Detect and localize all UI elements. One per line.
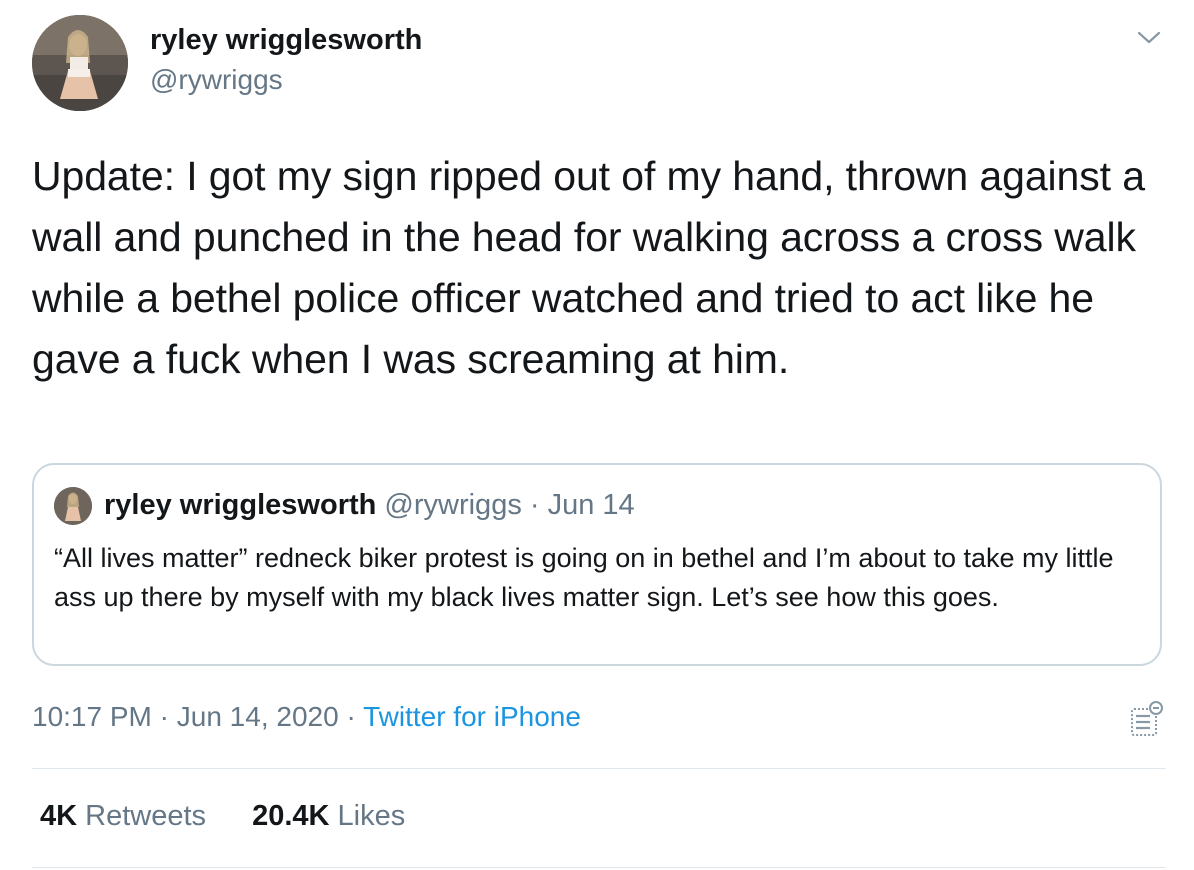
quoted-author-name: ryley wrigglesworth [104, 489, 377, 521]
likes-count: 20.4K [252, 800, 330, 832]
meta-separator-2: · [338, 701, 364, 732]
quoted-author-handle: @rywriggs [384, 489, 522, 521]
author-avatar[interactable] [32, 15, 128, 111]
meta-separator: · [151, 701, 177, 732]
quoted-separator: · [521, 489, 548, 521]
divider-top [32, 768, 1166, 769]
tweet-date[interactable]: Jun 14, 2020 [177, 701, 339, 732]
likes-label: Likes [337, 800, 406, 832]
retweets-label: Retweets [85, 800, 207, 832]
author-handle[interactable]: @rywriggs [150, 64, 283, 96]
retweets-count: 4K [40, 800, 78, 832]
retweets-stat[interactable]: 4K Retweets [40, 800, 206, 833]
tweet-source-link[interactable]: Twitter for iPhone [363, 701, 581, 732]
likes-stat[interactable]: 20.4K Likes [252, 800, 405, 833]
tweet-stats: 4K Retweets 20.4K Likes [40, 800, 443, 833]
tweet-meta: 10:17 PM · Jun 14, 2020 · Twitter for iP… [32, 701, 581, 733]
quoted-tweet-text: “All lives matter” redneck biker protest… [54, 543, 1114, 612]
quoted-author-avatar [54, 487, 92, 525]
analytics-icon[interactable] [1126, 699, 1166, 739]
quoted-tweet-card[interactable]: ryley wrigglesworth @rywriggs · Jun 14 “… [32, 463, 1162, 666]
tweet-text: Update: I got my sign ripped out of my h… [32, 153, 1145, 382]
chevron-down-icon[interactable] [1136, 28, 1162, 48]
tweet-time[interactable]: 10:17 PM [32, 701, 152, 732]
author-name[interactable]: ryley wrigglesworth [150, 24, 422, 57]
divider-bottom [32, 867, 1166, 868]
quoted-date: Jun 14 [547, 489, 635, 521]
quoted-tweet-header: ryley wrigglesworth @rywriggs · Jun 14 [104, 489, 635, 522]
